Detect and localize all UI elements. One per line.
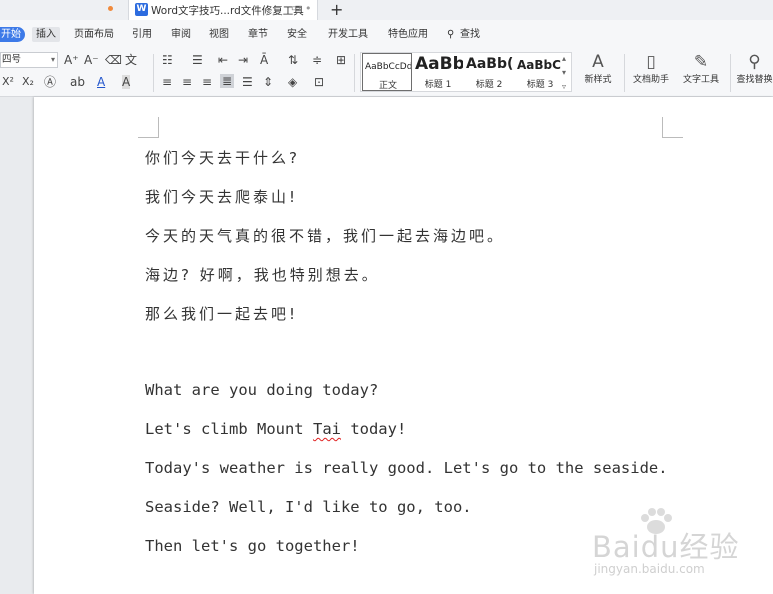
search-icon[interactable]: ⚲	[447, 27, 454, 42]
paragraph: Seaside? Well, I'd like to go, too.	[145, 498, 472, 516]
pinyin-icon[interactable]: 文	[125, 53, 137, 67]
chevron-down-icon: ▾	[50, 55, 55, 64]
paragraph: 那么我们一起去吧!	[145, 305, 299, 323]
text-direction-icon[interactable]: Ā	[260, 53, 268, 67]
align-center-icon[interactable]: ≡	[182, 75, 192, 89]
paragraph: Then let's go together!	[145, 537, 360, 555]
menu-start[interactable]: 开始	[0, 27, 25, 42]
paragraph: Today's weather is really good. Let's go…	[145, 459, 668, 477]
unsaved-dot-icon	[108, 6, 113, 11]
watermark-url: jingyan.baidu.com	[594, 562, 705, 576]
shading-icon[interactable]: ◈	[288, 75, 297, 89]
find-replace-button[interactable]: ⚲ 查找替换	[736, 52, 773, 85]
menu-insert[interactable]: 插入	[32, 27, 60, 42]
search-icon: ⚲	[748, 52, 761, 72]
paragraph: What are you doing today?	[145, 381, 379, 399]
align-right-icon[interactable]: ≡	[202, 75, 212, 89]
font-size-value: 四号	[2, 54, 22, 65]
table-icon[interactable]: ⊞	[336, 53, 346, 67]
paragraph-spacing-icon[interactable]: ≑	[312, 53, 322, 67]
align-left-icon[interactable]: ≡	[162, 75, 172, 89]
shrink-font-icon[interactable]: A⁻	[84, 53, 99, 67]
wrench-icon: ✎	[693, 52, 709, 72]
paragraph: 你们今天去干什么?	[145, 149, 300, 167]
menu-security[interactable]: 安全	[287, 27, 307, 42]
increase-indent-icon[interactable]: ⇥	[238, 53, 248, 67]
subscript-icon[interactable]: X₂	[22, 75, 34, 89]
borders-icon[interactable]: ⊡	[314, 75, 324, 89]
text-tools-button[interactable]: ✎ 文字工具	[677, 52, 725, 85]
ribbon-toolbar: 四号 ▾ A⁺ A⁻ ⌫ 文 X² X₂ Ⓐ ab A A ☷ ☰ ⇤ ⇥ Ā …	[0, 48, 773, 97]
new-tab-button[interactable]: +	[330, 0, 343, 20]
divider	[730, 54, 731, 92]
superscript-icon[interactable]: X²	[2, 75, 14, 89]
highlight-icon[interactable]: ab	[70, 75, 85, 89]
bullet-list-icon[interactable]: ☷	[162, 53, 173, 67]
line-spacing-icon[interactable]: ⇕	[263, 75, 273, 89]
margin-corner-mark	[138, 117, 159, 138]
menu-bar: 开始 插入 页面布局 引用 审阅 视图 章节 安全 开发工具 特色应用 ⚲ 查找	[0, 20, 773, 48]
grow-font-icon[interactable]: A⁺	[64, 53, 79, 67]
left-gutter	[0, 97, 34, 594]
screen-icon[interactable]: ▭	[291, 3, 300, 14]
document-tab-title: Word文字技巧...rd文件修复工具	[151, 5, 304, 17]
watermark-brand: Baidu经验	[592, 530, 740, 564]
style-heading-1[interactable]: AaBb 标题 1	[413, 53, 463, 91]
word-doc-icon: W	[135, 3, 148, 16]
menu-references[interactable]: 引用	[132, 27, 152, 42]
margin-corner-mark	[662, 117, 683, 138]
sort-icon[interactable]: ⇅	[288, 53, 298, 67]
divider	[153, 54, 154, 92]
font-size-select[interactable]: 四号 ▾	[0, 52, 58, 68]
menu-find[interactable]: 查找	[460, 27, 480, 42]
char-shading-icon[interactable]: A	[122, 75, 131, 89]
new-style-button[interactable]: A 新样式	[578, 52, 618, 85]
decrease-indent-icon[interactable]: ⇤	[218, 53, 228, 67]
style-gallery: AaBbCcDd 正文 AaBb 标题 1 AaBb( 标题 2 AaBbC 标…	[360, 52, 572, 92]
new-style-icon: A	[592, 52, 604, 72]
style-normal[interactable]: AaBbCcDd 正文	[362, 53, 412, 91]
style-gallery-scroll-icon[interactable]: ▴ ▾ ▿	[562, 52, 572, 92]
menu-sections[interactable]: 章节	[248, 27, 268, 42]
text-effect-icon[interactable]: Ⓐ	[44, 75, 56, 89]
numbered-list-icon[interactable]: ☰	[192, 53, 203, 67]
paragraph: 我们今天去爬泰山!	[145, 188, 299, 206]
menu-review[interactable]: 审阅	[171, 27, 191, 42]
distributed-align-icon[interactable]: ☰	[242, 75, 253, 89]
paragraph: 海边? 好啊，我也特别想去。	[145, 266, 380, 284]
document-tab[interactable]: W Word文字技巧...rd文件修复工具 ▭ •	[128, 0, 318, 20]
paragraph: Let's climb Mount Tai today!	[145, 420, 406, 438]
menu-special[interactable]: 特色应用	[388, 27, 428, 42]
divider	[624, 54, 625, 92]
menu-page-layout[interactable]: 页面布局	[74, 27, 114, 42]
clear-format-icon[interactable]: ⌫	[105, 53, 122, 67]
doc-assistant-button[interactable]: ▯ 文档助手	[630, 52, 672, 85]
paragraph: 今天的天气真的很不错，我们一起去海边吧。	[145, 227, 506, 245]
style-heading-2[interactable]: AaBb( 标题 2	[464, 53, 514, 91]
close-tab-icon[interactable]: •	[305, 2, 312, 15]
menu-developer[interactable]: 开发工具	[328, 27, 368, 42]
font-color-icon[interactable]: A	[97, 75, 105, 89]
paragraph-text: Let's climb Mount	[145, 420, 313, 438]
document-icon: ▯	[646, 52, 656, 72]
tab-bar: W Word文字技巧...rd文件修复工具 ▭ • +	[0, 0, 773, 21]
justify-icon[interactable]: ≣	[220, 74, 235, 88]
spelling-error-word[interactable]: Tai	[313, 420, 341, 438]
menu-view[interactable]: 视图	[209, 27, 229, 42]
style-heading-3[interactable]: AaBbC 标题 3	[515, 53, 565, 91]
paragraph-text: today!	[340, 420, 407, 438]
divider	[354, 54, 355, 92]
